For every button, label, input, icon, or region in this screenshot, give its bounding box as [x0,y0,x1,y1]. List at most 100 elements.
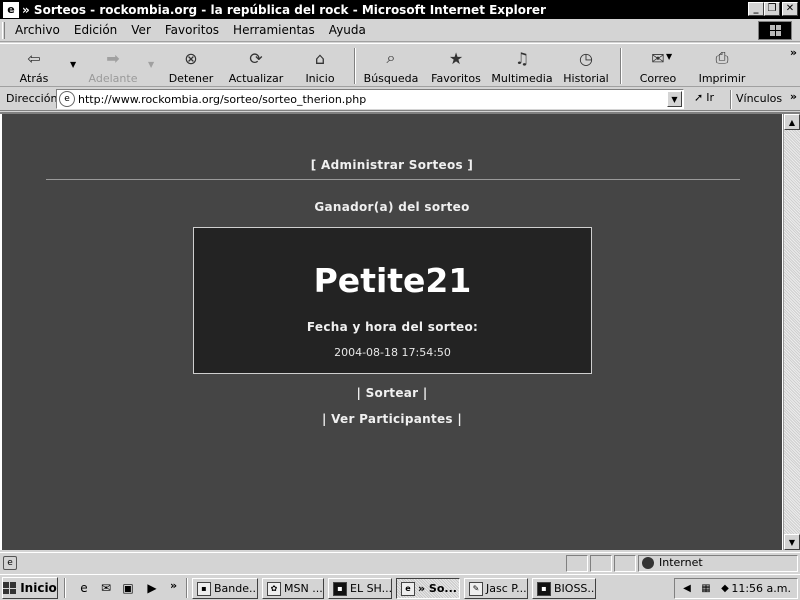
home-icon: ⌂ [314,48,326,68]
msn-icon: ✿ [267,581,281,596]
media-quicklaunch-icon[interactable]: ▶ [144,580,160,596]
standard-toolbar: ⇦ Atrás ▼ ➡ Adelante ▼ ⊗ Detener ⟳ Actua… [0,43,800,87]
task-button[interactable]: ▪ Bande... [192,578,258,599]
winner-box: Petite21 Fecha y hora del sorteo: 2004-0… [193,227,592,374]
volume-icon[interactable]: ◀ [680,582,694,596]
menu-grip[interactable] [2,21,5,39]
globe-icon [642,556,654,569]
printer-icon: ⎙ [715,48,729,67]
scroll-down-button[interactable]: ▼ [784,534,800,550]
menu-ver[interactable]: Ver [124,23,158,37]
history-button[interactable]: ◷ Historial [563,46,609,86]
menu-bar: Archivo Edición Ver Favoritos Herramient… [0,19,800,42]
favorites-folder-icon: ★ [448,48,464,68]
start-button[interactable]: Inicio [2,577,58,599]
scroll-up-button[interactable]: ▲ [784,114,800,130]
zone-label: Internet [659,556,703,569]
print-button[interactable]: ⎙ Imprimir [699,46,746,86]
status-pane [590,555,612,572]
go-label: Ir [706,91,714,104]
links-separator [730,90,732,109]
address-input[interactable]: e http://www.rockombia.org/sorteo/sorteo… [56,89,684,109]
window-controls: _ ❐ ✕ [748,2,798,16]
refresh-button[interactable]: ⟳ Actualizar [228,46,284,86]
go-arrow-icon: ➚ [694,91,704,104]
links-button[interactable]: Vínculos [736,92,782,105]
back-dropdown-arrow[interactable]: ▼ [70,60,76,69]
task-label: Jasc P... [486,582,527,595]
go-button[interactable]: ➚ Ir [694,91,714,104]
outlook-quicklaunch-icon[interactable]: ✉ [98,580,114,596]
ie-page-icon[interactable]: e [3,1,19,18]
browser-viewport: [ Administrar Sorteos ] Ganador(a) del s… [0,112,800,550]
task-button[interactable]: ✿ MSN ... [262,578,324,599]
task-label: BIOSS... [554,582,596,595]
quicklaunch-separator [64,578,66,598]
mail-label: Correo [639,72,677,85]
maximize-button[interactable]: ❐ [764,2,780,16]
menu-archivo[interactable]: Archivo [8,23,67,37]
draw-datetime-label: Fecha y hora del sorteo: [306,320,479,334]
task-button[interactable]: ▪ EL SH... [328,578,392,599]
links-chevron[interactable]: » [790,90,797,103]
menu-ayuda[interactable]: Ayuda [322,23,373,37]
task-label: » So... [418,582,457,595]
window-title: » Sorteos - rockombia.org - la república… [22,2,546,17]
clock[interactable]: 11:56 a.m. [731,582,791,595]
refresh-icon: ⟳ [249,48,263,68]
favorites-label: Favoritos [431,72,481,85]
history-icon: ◷ [579,48,593,68]
network-icon[interactable]: ▦ [699,582,713,596]
draw-datetime: 2004-08-18 17:54:50 [334,346,451,359]
admin-raffles-link[interactable]: [ Administrar Sorteos ] [2,158,782,172]
menu-herramientas[interactable]: Herramientas [226,23,322,37]
minimize-button[interactable]: _ [748,2,764,16]
forward-button[interactable]: ➡ Adelante [86,46,140,86]
window-title-bar[interactable]: e » Sorteos - rockombia.org - la repúbli… [0,0,800,19]
address-dropdown-button[interactable]: ▼ [667,91,682,107]
stop-button[interactable]: ⊗ Detener [166,46,216,86]
task-button[interactable]: ✎ Jasc P... [464,578,528,599]
view-participants-link[interactable]: | Ver Participantes | [2,412,782,426]
toolbar-separator [354,48,356,84]
paint-shop-icon: ✎ [469,581,483,596]
mail-dropdown-arrow[interactable]: ▼ [666,52,672,61]
close-button[interactable]: ✕ [782,2,798,16]
menu-favoritos[interactable]: Favoritos [158,23,226,37]
search-button[interactable]: ⌕ Búsqueda [364,46,419,86]
mail-button[interactable]: ✉ Correo [636,46,680,86]
task-label: EL SH... [350,582,392,595]
task-button[interactable]: ▪ BIOSS... [532,578,596,599]
start-label: Inicio [20,581,57,595]
address-url[interactable]: http://www.rockombia.org/sorteo/sorteo_t… [78,93,366,106]
page-status-icon: e [3,556,17,570]
home-button[interactable]: ⌂ Inicio [300,46,340,86]
tasks-separator [186,578,188,598]
arrow-right-icon: ➡ [106,48,120,68]
media-icon: ♫ [514,48,530,68]
status-pane [614,555,636,572]
task-label: MSN ... [284,582,323,595]
vertical-scrollbar[interactable]: ▲ ▼ [783,114,800,550]
stop-icon: ⊗ [184,48,198,68]
menu-edicion[interactable]: Edición [67,23,124,37]
ie-quicklaunch-icon[interactable]: e [76,580,92,596]
forward-dropdown-arrow[interactable]: ▼ [148,60,154,69]
draw-link[interactable]: | Sortear | [2,386,782,400]
page-icon: e [59,91,75,107]
system-tray: ◀ ▦ ◆ 11:56 a.m. [674,578,798,599]
media-button[interactable]: ♫ Multimedia [491,46,553,86]
winner-heading: Ganador(a) del sorteo [314,200,470,214]
tray-app-icon[interactable]: ◆ [718,582,732,596]
media-label: Multimedia [491,72,553,85]
desktop-quicklaunch-icon[interactable]: ▣ [120,580,136,596]
toolbar-chevron[interactable]: » [790,46,797,59]
app-icon: ▪ [537,581,551,596]
back-button[interactable]: ⇦ Atrás [12,46,56,86]
quicklaunch-chevron[interactable]: » [170,579,177,592]
windows-flag-icon [3,582,17,594]
favorites-button[interactable]: ★ Favoritos [431,46,481,86]
history-label: Historial [563,72,609,85]
web-page: [ Administrar Sorteos ] Ganador(a) del s… [2,114,782,550]
task-button-active[interactable]: e » So... [396,578,460,599]
